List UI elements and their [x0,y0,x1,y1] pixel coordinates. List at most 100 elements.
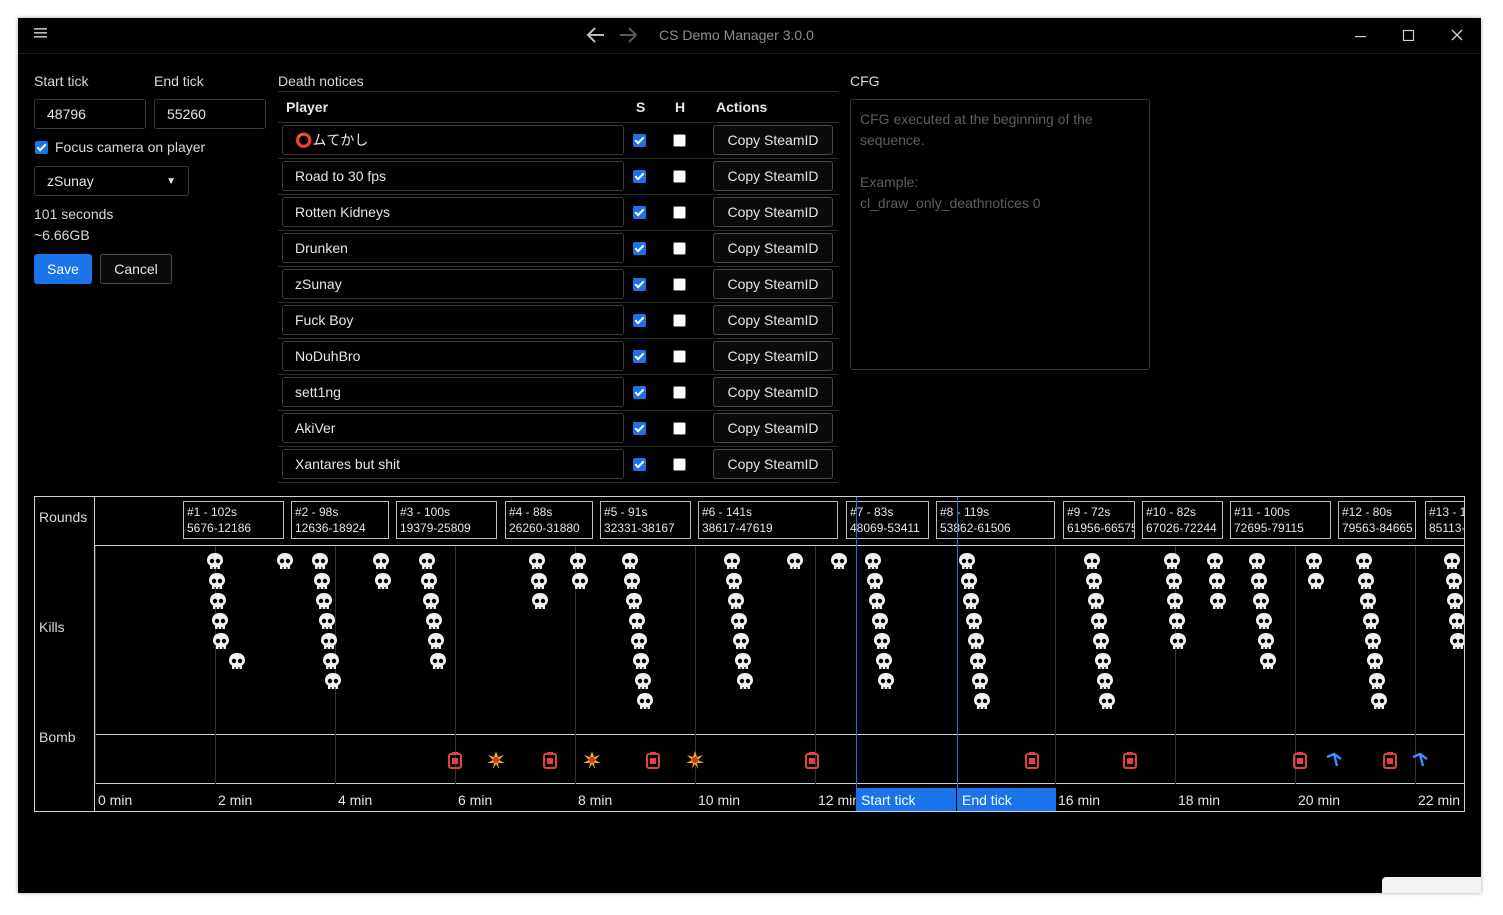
show-checkbox[interactable] [633,206,646,219]
highlight-checkbox[interactable] [673,386,686,399]
player-name-input[interactable]: ⭕ムてかし [282,125,624,155]
copy-steamid-button[interactable]: Copy SteamID [713,161,833,191]
highlight-checkbox[interactable] [673,314,686,327]
back-arrow-icon[interactable] [586,26,606,47]
player-name-input[interactable]: AkiVer [282,413,624,443]
show-checkbox[interactable] [633,458,646,471]
highlight-checkbox[interactable] [673,170,686,183]
round-ticks: 67026-72244 [1146,521,1217,535]
kill-skull-icon [228,652,246,672]
bomb-plant-icon [542,751,558,773]
round-block[interactable]: #2 - 98s 12636-18924 [291,501,389,539]
copy-steamid-button[interactable]: Copy SteamID [713,197,833,227]
player-name-input[interactable]: Drunken [282,233,624,263]
chrome-icon[interactable]: ● [1438,891,1446,893]
kill-skull-icon [864,552,882,572]
cancel-button[interactable]: Cancel [100,254,172,284]
copy-steamid-button[interactable]: Copy SteamID [713,269,833,299]
round-block[interactable]: #11 - 100s 72695-79115 [1230,501,1331,539]
timeline[interactable]: Rounds Kills Bomb 0 min 2 min 4 min 6 min 8 … [34,496,1465,812]
kill-skull-icon [320,632,338,652]
copy-steamid-button[interactable]: Copy SteamID [713,377,833,407]
player-name-input[interactable]: zSunay [282,269,624,299]
kill-skull-icon [1250,572,1268,592]
minimize-icon[interactable] [1354,26,1368,44]
show-checkbox[interactable] [633,314,646,327]
forward-arrow-icon[interactable] [618,26,638,47]
highlight-checkbox[interactable] [673,458,686,471]
round-ticks: 79563-84665 [1342,521,1413,535]
focus-camera-checkbox[interactable] [35,141,48,154]
round-block[interactable]: #4 - 88s 26260-31880 [505,501,593,539]
round-label: #13 - 1 [1429,505,1465,519]
show-checkbox[interactable] [633,350,646,363]
discord-icon[interactable]: ◙ [1398,891,1406,893]
round-block[interactable]: #6 - 141s 38617-47619 [698,501,838,539]
copy-steamid-button[interactable]: Copy SteamID [713,125,833,155]
end-tick-input[interactable]: 55260 [154,99,266,129]
kill-skull-icon [422,592,440,612]
bomb-plant-icon [1122,751,1138,773]
highlight-checkbox[interactable] [673,422,686,435]
copy-steamid-button[interactable]: Copy SteamID [713,233,833,263]
show-checkbox[interactable] [633,242,646,255]
round-block[interactable]: #3 - 100s 19379-25809 [396,501,497,539]
player-name-input[interactable]: sett1ng [282,377,624,407]
copy-steamid-button[interactable]: Copy SteamID [713,305,833,335]
kill-skull-icon [971,672,989,692]
kill-skull-icon [429,652,447,672]
round-block[interactable]: #1 - 102s 5676-12186 [183,501,284,539]
start-tick-marker[interactable]: Start tick [856,788,956,811]
round-block[interactable]: #12 - 80s 79563-84665 [1338,501,1416,539]
bomb-plant-icon [1024,751,1040,773]
copy-steamid-button[interactable]: Copy SteamID [713,449,833,479]
bomb-explode-icon [487,751,505,773]
round-label: #3 - 100s [400,505,451,519]
hamburger-menu-icon[interactable] [34,25,48,43]
round-block[interactable]: #10 - 82s 67026-72244 [1142,501,1223,539]
player-name-input[interactable]: Rotten Kidneys [282,197,624,227]
bomb-defuse-icon [1411,751,1429,773]
highlight-checkbox[interactable] [673,278,686,291]
show-checkbox[interactable] [633,386,646,399]
show-checkbox[interactable] [633,170,646,183]
kill-skull-icon [730,612,748,632]
end-tick-line[interactable] [957,497,958,811]
round-block[interactable]: #9 - 72s 61956-66575 [1063,501,1135,539]
highlight-checkbox[interactable] [673,134,686,147]
show-checkbox[interactable] [633,278,646,291]
player-name-input[interactable]: NoDuhBro [282,341,624,371]
cfg-textarea[interactable]: CFG executed at the beginning of the seq… [850,99,1150,370]
player-name-input[interactable]: Xantares but shit [282,449,624,479]
tray-app-icon[interactable]: ▣ [1476,891,1481,893]
kill-skull-icon [209,592,227,612]
end-tick-marker[interactable]: End tick [957,788,1056,811]
kill-skull-icon [630,632,648,652]
start-tick-line[interactable] [856,497,857,811]
save-button[interactable]: Save [34,254,92,284]
kill-skull-icon [1305,552,1323,572]
copy-steamid-button[interactable]: Copy SteamID [713,413,833,443]
player-select[interactable]: zSunay ▼ [34,166,189,196]
highlight-checkbox[interactable] [673,242,686,255]
copy-steamid-button[interactable]: Copy SteamID [713,341,833,371]
highlight-checkbox[interactable] [673,206,686,219]
round-block[interactable]: #7 - 83s 48069-53411 [846,501,929,539]
round-block[interactable]: #13 - 1 85113- [1425,501,1465,539]
round-block[interactable]: #8 - 119s 53862-61506 [936,501,1055,539]
highlight-checkbox[interactable] [673,350,686,363]
player-name-input[interactable]: Road to 30 fps [282,161,624,191]
player-name-input[interactable]: Fuck Boy [282,305,624,335]
round-block[interactable]: #5 - 91s 32331-38167 [600,501,691,539]
close-icon[interactable] [1450,26,1464,44]
start-tick-input[interactable]: 48796 [34,99,146,129]
show-checkbox[interactable] [633,134,646,147]
kill-skull-icon [1370,692,1388,712]
maximize-icon[interactable] [1402,26,1416,44]
kill-skull-icon [962,592,980,612]
round-label: #12 - 80s [1342,505,1393,519]
show-checkbox[interactable] [633,422,646,435]
kill-skull-icon [636,692,654,712]
round-ticks: 72695-79115 [1234,521,1304,535]
bomb-defuse-icon [1325,751,1343,773]
